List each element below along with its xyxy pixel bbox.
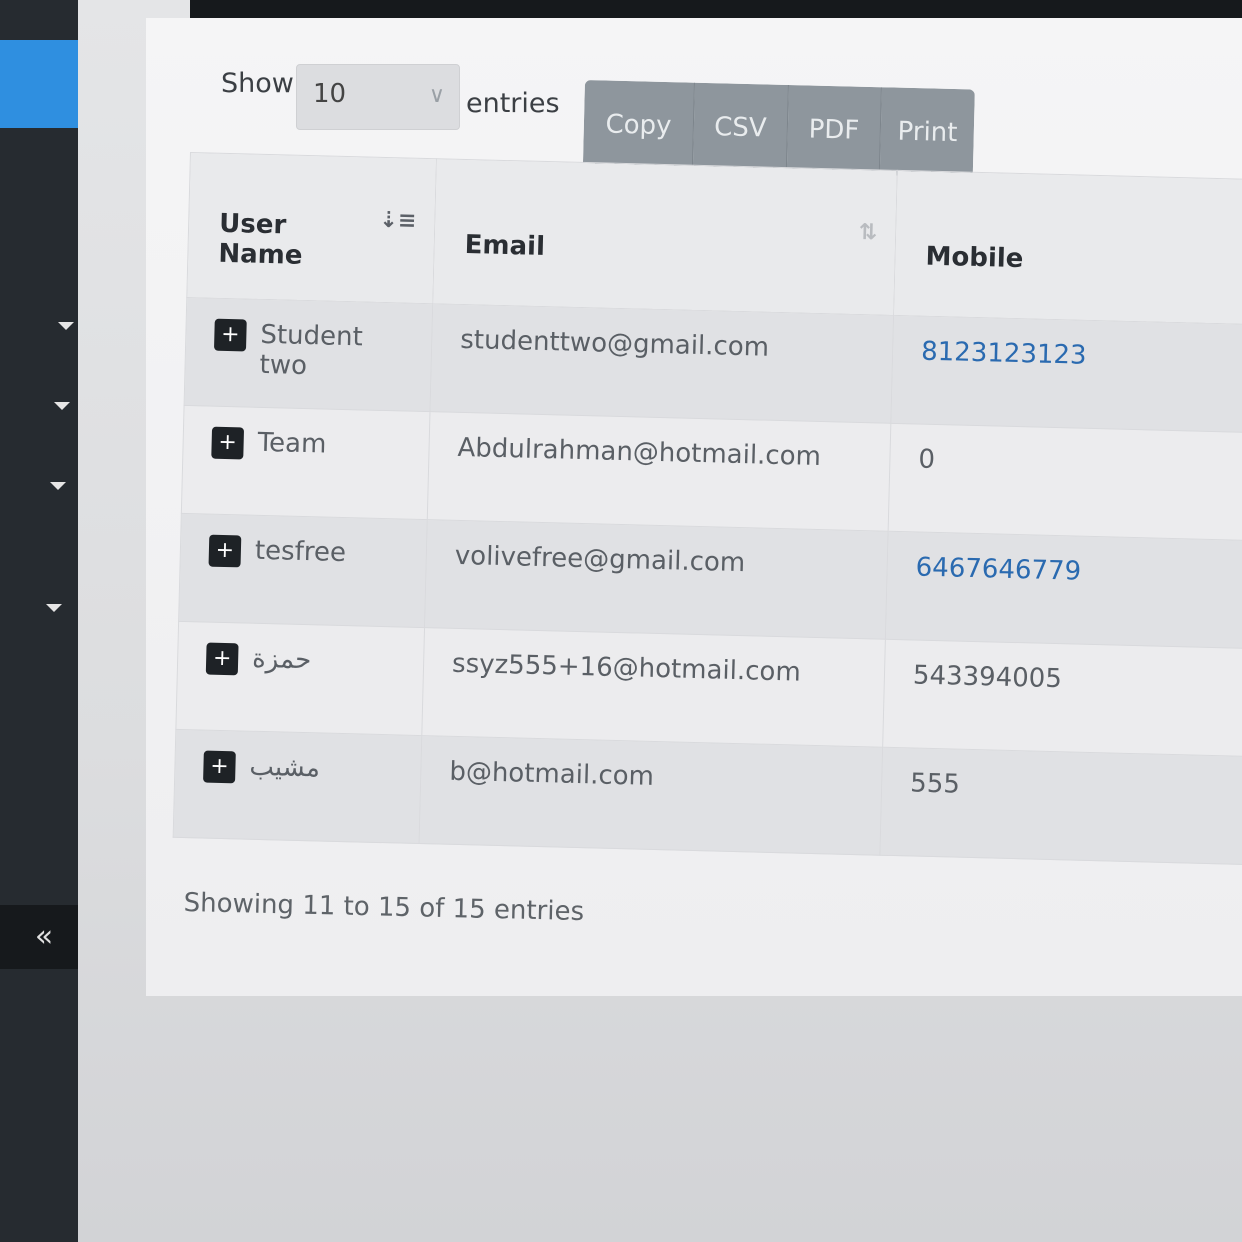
mobile-link[interactable]: 8123123123	[921, 337, 1087, 371]
cell-mobile: 555	[879, 747, 1242, 866]
user-name: مشيب	[249, 751, 321, 784]
entries-label: entries	[466, 88, 560, 119]
page-length-value: 10	[313, 79, 347, 109]
cell-user: + Team	[181, 405, 431, 520]
cell-user: + حمزة	[175, 621, 425, 736]
cell-mobile: 8123123123	[890, 315, 1242, 434]
cell-mobile: 0	[888, 423, 1242, 542]
show-label: Show	[221, 68, 294, 99]
column-header-label: Mobile	[925, 241, 1024, 275]
cell-email: volivefree@gmail.com	[424, 519, 889, 640]
column-header-email[interactable]: Email ⇅	[432, 158, 898, 316]
sidebar-caret-icon[interactable]	[50, 482, 66, 490]
cell-user: + tesfree	[178, 513, 428, 628]
cell-email: ssyz555+16@hotmail.com	[421, 627, 886, 748]
table-header-row: User Name ⇣≡ Email ⇅ Mobile	[186, 152, 1242, 326]
users-table: User Name ⇣≡ Email ⇅ Mobile + Student two…	[173, 152, 1242, 866]
top-bar	[190, 0, 1242, 18]
sort-both-icon: ⇅	[858, 219, 878, 246]
expand-row-icon[interactable]: +	[203, 750, 236, 784]
sidebar-caret-icon[interactable]	[54, 402, 70, 410]
column-header-label: Email	[464, 229, 546, 263]
user-name: حمزة	[251, 643, 312, 676]
column-header-user-name[interactable]: User Name ⇣≡	[186, 152, 437, 304]
expand-row-icon[interactable]: +	[205, 642, 239, 676]
page-length-select[interactable]: 10 ∨	[296, 64, 460, 130]
cell-email: studenttwo@gmail.com	[430, 303, 894, 424]
user-name: tesfree	[254, 535, 347, 569]
user-name: Team	[257, 427, 327, 460]
expand-row-icon[interactable]: +	[211, 426, 245, 460]
cell-mobile: 6467646779	[885, 531, 1242, 650]
sidebar-caret-icon[interactable]	[46, 604, 62, 612]
column-header-label: User Name	[218, 208, 303, 271]
cell-user: + مشيب	[173, 729, 422, 844]
chevron-down-icon: ∨	[428, 83, 445, 108]
user-name: Student two	[259, 319, 364, 382]
double-chevron-left-icon: «	[34, 919, 54, 954]
column-header-mobile[interactable]: Mobile	[893, 170, 1242, 326]
users-table-wrapper: User Name ⇣≡ Email ⇅ Mobile + Student two…	[173, 152, 1242, 866]
sidebar-collapse-button[interactable]: «	[0, 905, 88, 969]
sidebar-caret-icon[interactable]	[58, 322, 74, 330]
mobile-link[interactable]: 6467646779	[915, 553, 1081, 587]
cell-email: b@hotmail.com	[419, 735, 883, 856]
cell-email: Abdulrahman@hotmail.com	[427, 411, 891, 532]
sort-ascending-icon: ⇣≡	[379, 207, 417, 234]
cell-user: + Student two	[184, 297, 433, 412]
expand-row-icon[interactable]: +	[213, 318, 247, 352]
cell-mobile: 543394005	[882, 639, 1242, 758]
expand-row-icon[interactable]: +	[208, 534, 242, 568]
